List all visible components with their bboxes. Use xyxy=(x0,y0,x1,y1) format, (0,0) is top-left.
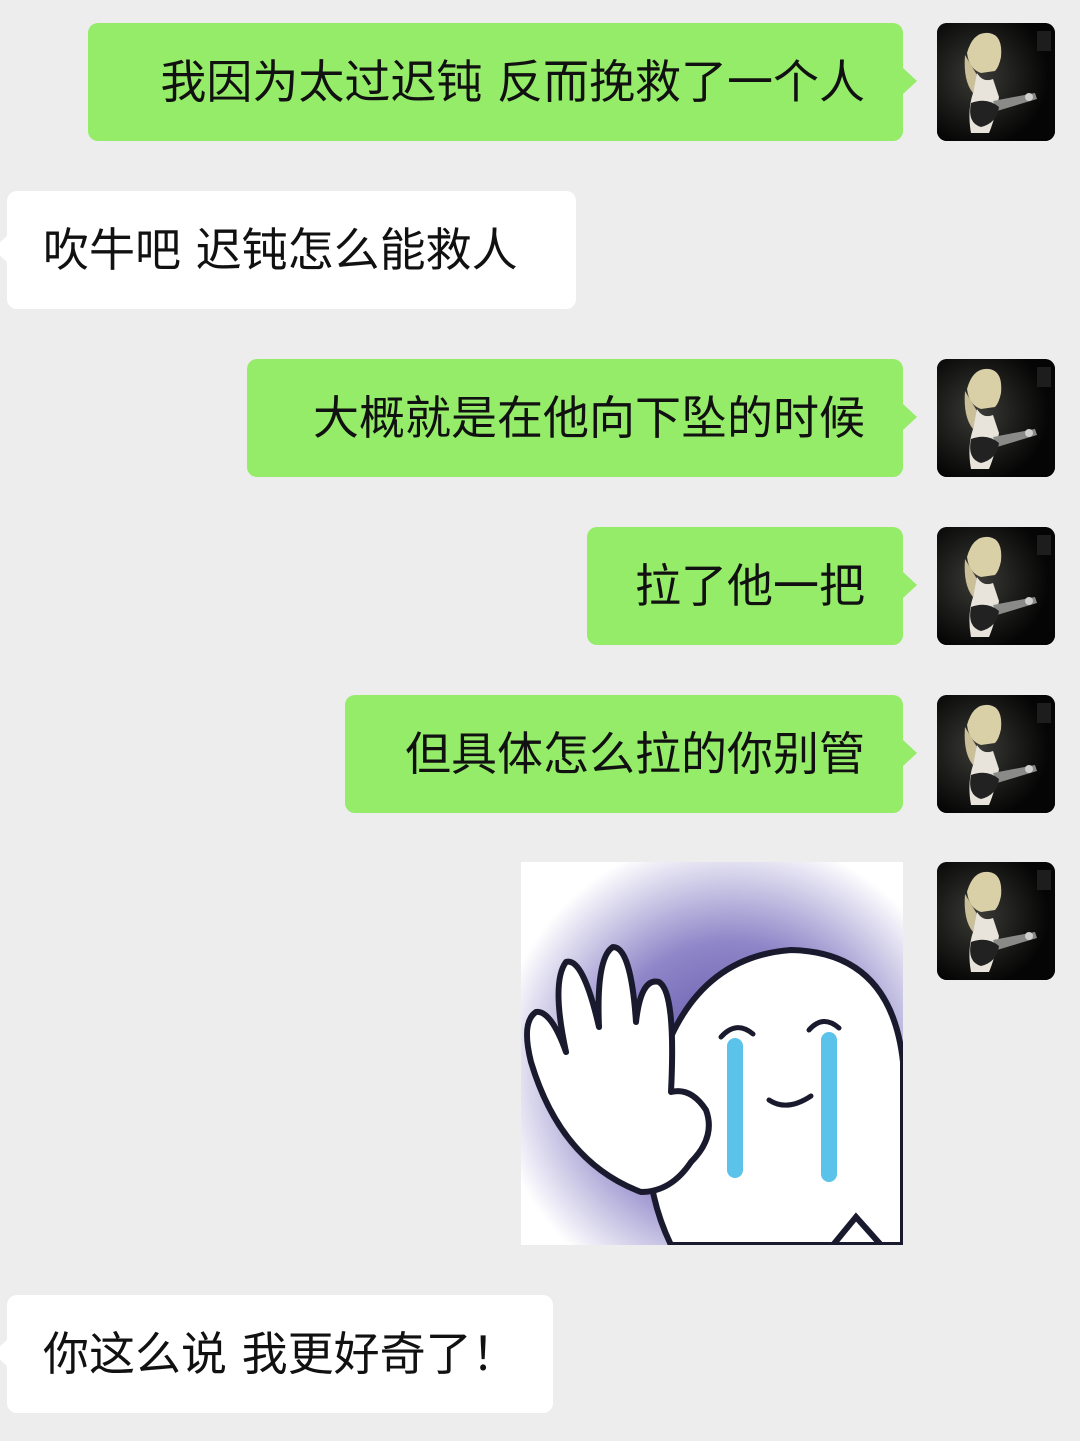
outgoing-message-bubble[interactable]: 但具体怎么拉的你别管 xyxy=(345,695,917,813)
self-avatar[interactable] xyxy=(937,23,1055,141)
outgoing-message-bubble[interactable]: 我因为太过迟钝 反而挽救了一个人 xyxy=(88,23,917,141)
self-avatar[interactable] xyxy=(937,359,1055,477)
crying-wave-sticker-icon xyxy=(521,862,903,1245)
sticker-message[interactable] xyxy=(521,862,903,1245)
message-text: 吹牛吧 迟钝怎么能救人 xyxy=(43,223,518,277)
message-text: 但具体怎么拉的你别管 xyxy=(405,727,865,781)
self-avatar[interactable] xyxy=(937,695,1055,813)
incoming-message-bubble[interactable]: 吹牛吧 迟钝怎么能救人 xyxy=(0,191,576,309)
self-avatar[interactable] xyxy=(937,527,1055,645)
guitarist-photo-avatar-icon xyxy=(937,23,1055,141)
guitarist-photo-avatar-icon xyxy=(937,862,1055,980)
message-text: 我因为太过迟钝 反而挽救了一个人 xyxy=(160,55,865,109)
message-text: 你这么说 我更好奇了！ xyxy=(43,1327,518,1381)
message-text: 大概就是在他向下坠的时候 xyxy=(313,391,865,445)
guitarist-photo-avatar-icon xyxy=(937,359,1055,477)
self-avatar[interactable] xyxy=(937,862,1055,980)
guitarist-photo-avatar-icon xyxy=(937,527,1055,645)
guitarist-photo-avatar-icon xyxy=(937,695,1055,813)
incoming-message-bubble[interactable]: 你这么说 我更好奇了！ xyxy=(0,1295,553,1413)
outgoing-message-bubble[interactable]: 拉了他一把 xyxy=(587,527,917,645)
outgoing-message-bubble[interactable]: 大概就是在他向下坠的时候 xyxy=(247,359,917,477)
message-text: 拉了他一把 xyxy=(635,559,865,613)
